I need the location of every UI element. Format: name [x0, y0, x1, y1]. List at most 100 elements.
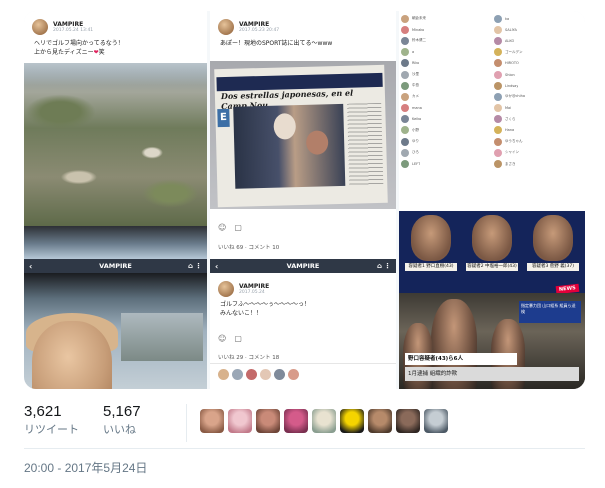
tv-news-screenshot[interactable]: 容疑者1 野口直樹(43) 容疑者2 中塩裕一郎(43) 容疑者3 菅野 義(3…: [399, 211, 585, 389]
follower-row: Shion: [494, 70, 583, 79]
line-app-header: ‹ VAMPIRE ⌂ ⋮: [210, 259, 396, 273]
avatar: [401, 126, 409, 135]
follower-list-screenshot[interactable]: 朝倉未来 ka Minako SALIYA 鈴木健二 ALKO a ゴールデン Riko HIRO…: [399, 11, 585, 211]
follower-list: 朝倉未来 ka Minako SALIYA 鈴木健二 ALKO a ゴールデン Riko HIRO…: [401, 14, 583, 169]
follower-row: mana: [401, 104, 490, 113]
liker-avatar[interactable]: [284, 409, 308, 433]
follower-row: ゆか@chiha: [494, 92, 583, 101]
photo-aerial-post[interactable]: VAMPIRE 2017.05.24 13:41 ヘリでゴルフ場向かってるなう！…: [24, 11, 207, 389]
post-author: VAMPIRE: [239, 21, 270, 28]
tweet-media-collage[interactable]: VAMPIRE 2017.05.24 13:41 ヘリでゴルフ場向かってるなう！…: [24, 11, 585, 389]
more-icon: ⋮: [384, 262, 391, 270]
follower-row: Mai: [494, 104, 583, 113]
post-author: VAMPIRE: [239, 283, 270, 290]
post-time: 2017.05.24: [239, 290, 265, 295]
home-icon: ⌂: [187, 262, 193, 270]
avatar: [401, 160, 409, 169]
mugshot: [472, 215, 512, 261]
post-actions: ☺ ▢: [218, 334, 242, 343]
comment-icon[interactable]: ▢: [234, 223, 242, 232]
follower-name: ゆうちゃん: [505, 139, 523, 144]
follower-name: シャイン: [505, 150, 519, 155]
newspaper-text-columns: [347, 102, 384, 186]
line-app-header: ‹ VAMPIRE ⌂ ⋮: [24, 259, 207, 273]
liker-avatar[interactable]: [368, 409, 392, 433]
follower-name: Hana: [505, 128, 515, 133]
liker-avatar[interactable]: [424, 409, 448, 433]
avatar: [401, 59, 409, 68]
line-header-title: VAMPIRE: [99, 262, 132, 270]
follower-row: ひろ: [401, 148, 490, 157]
follower-row: Hana: [494, 126, 583, 135]
avatar: [494, 48, 502, 57]
follower-name: ゆり: [412, 139, 419, 144]
person-head: [273, 113, 297, 140]
city-view: [121, 313, 203, 361]
mugshot-label: 容疑者2 中塩裕一郎(43): [466, 263, 518, 271]
liker-avatar[interactable]: [312, 409, 336, 433]
comment-icon[interactable]: ▢: [234, 334, 242, 343]
follower-row: ゆり: [401, 137, 490, 146]
face-shape: [32, 321, 112, 389]
post-header: VAMPIRE 2017.05.23 20:47: [210, 11, 396, 39]
follower-row: Keiko: [401, 115, 490, 124]
follower-name: Riko: [412, 61, 420, 66]
photo-newspaper-post[interactable]: VAMPIRE 2017.05.23 20:47 あぽー！現地のSPORT誌に出…: [210, 11, 396, 389]
avatar: [494, 14, 502, 23]
liker-avatar[interactable]: [200, 409, 224, 433]
follower-row: シャイン: [494, 148, 583, 157]
avatar: [494, 59, 502, 68]
avatar: [288, 369, 299, 380]
retweets-stat[interactable]: 3,621 リツイート: [24, 403, 79, 437]
follower-row: SALIYA: [494, 25, 583, 34]
follower-name: mana: [412, 106, 422, 111]
follower-name: Keiko: [412, 117, 422, 122]
avatar: [401, 115, 409, 124]
liker-avatar[interactable]: [396, 409, 420, 433]
person-head: [305, 130, 329, 155]
back-icon: ‹: [215, 261, 219, 271]
follower-row: Lindsay: [494, 81, 583, 90]
avatar: [494, 104, 502, 113]
post-actions: ☺ ▢: [218, 223, 242, 232]
follower-row: 沙里: [401, 70, 490, 79]
newspaper-photo: Dos estrellas japonesas, en el Camp Nou …: [210, 61, 396, 209]
avatar: [494, 92, 502, 101]
news-caption: 野口容疑者(43)ら6人: [405, 353, 517, 365]
post-time: 2017.05.24 13:41: [53, 28, 94, 33]
avatar: [494, 81, 502, 90]
mugshot-label: 容疑者3 菅野 義(37): [527, 263, 579, 271]
avatar: [218, 281, 234, 297]
avatar: [401, 137, 409, 146]
follower-row: まさき: [494, 159, 583, 169]
follower-name: a: [412, 50, 415, 55]
follower-row: HIROTO: [494, 59, 583, 68]
avatar: [274, 369, 285, 380]
avatar: [260, 369, 271, 380]
follower-name: カメ: [412, 94, 419, 99]
follower-name: Mai: [505, 106, 512, 111]
selfie-photo: [24, 273, 207, 389]
follower-name: HIROTO: [505, 61, 519, 66]
follower-name: 小野: [412, 127, 419, 132]
follower-row: ゆうちゃん: [494, 137, 583, 146]
follower-name: まさき: [505, 161, 516, 166]
avatar: [401, 148, 409, 157]
liker-avatar[interactable]: [340, 409, 364, 433]
likes-stat[interactable]: 5,167 いいね: [103, 403, 141, 437]
follower-name: ゆか@chiha: [505, 94, 525, 99]
avatar: [494, 115, 502, 124]
liker-avatar[interactable]: [256, 409, 280, 433]
avatar: [401, 48, 409, 57]
likes-count: 5,167: [103, 403, 141, 420]
smile-icon[interactable]: ☺: [218, 223, 226, 232]
tweet-timestamp[interactable]: 20:00 - 2017年5月24日: [24, 459, 147, 476]
smile-icon[interactable]: ☺: [218, 334, 226, 343]
avatar: [401, 92, 409, 101]
liker-avatar[interactable]: [228, 409, 252, 433]
newspaper-photo-inset: [233, 103, 346, 189]
avatar: [494, 126, 502, 135]
follower-name: Lindsay: [505, 83, 519, 88]
avatar: [401, 25, 409, 34]
news-caption-secondary: 1月逮捕 組織的詐欺: [405, 367, 579, 381]
